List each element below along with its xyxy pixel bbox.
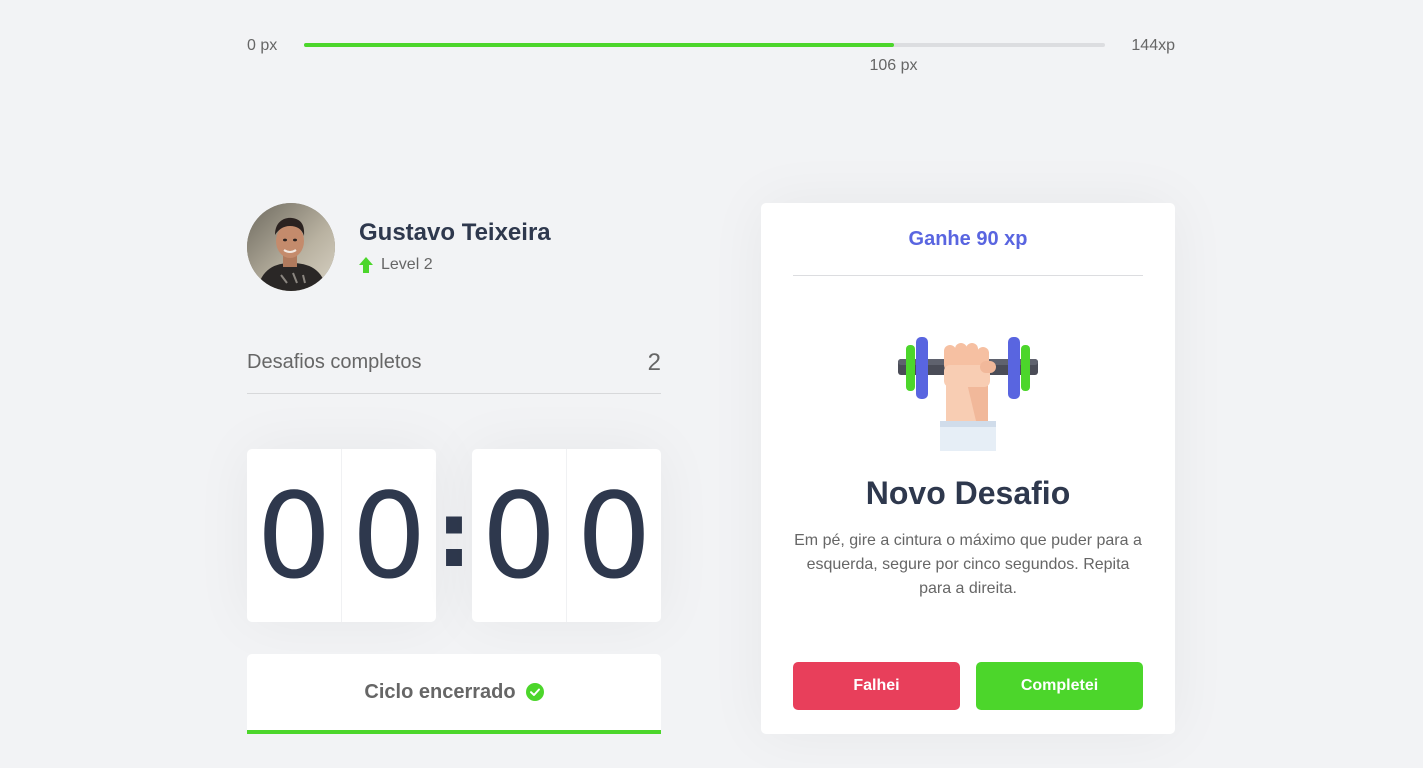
experience-bar: 0 px 106 px 144xp [247,32,1175,74]
xp-current-label: 106 px [869,57,918,74]
cycle-finished-button[interactable]: Ciclo encerrado [247,654,661,734]
challenge-title: Novo Desafio [865,475,1071,511]
xp-progress-fill [304,43,894,47]
challenge-description: Em pé, gire a cintura o máximo que puder… [794,532,1142,597]
challenge-card: Ganhe 90 xp Novo Desafio Em pé, gire a c… [761,203,1175,734]
minute-digit-right: 0 [341,449,436,622]
completed-button[interactable]: Completei [976,662,1143,710]
xp-progress-track [304,43,1105,47]
xp-max-label: 144xp [1131,37,1175,54]
minutes-box: 0 0 [247,449,436,622]
challenge-xp-gain: Ganhe 90 xp [793,203,1143,276]
level-label: Level 2 [381,256,433,273]
countdown-separator: : [436,483,472,588]
minute-digit-left: 0 [256,466,332,605]
avatar [247,203,335,291]
profile-name: Gustavo Teixeira [359,219,551,246]
failed-button[interactable]: Falhei [793,662,960,710]
second-digit-right: 0 [566,449,661,622]
left-column: Gustavo Teixeira Level 2 Desafios comple… [247,203,661,734]
second-digit-left: 0 [481,466,557,605]
countdown: 0 0 : 0 0 [247,449,661,622]
completed-challenges: Desafios completos 2 [247,345,661,394]
check-circle-icon [525,683,544,701]
level-info: Level 2 [359,256,433,274]
dumbbell-icon [896,335,1040,451]
cycle-button-label: Ciclo encerrado [364,680,516,703]
xp-min-label: 0 px [247,37,278,54]
profile: Gustavo Teixeira Level 2 [247,203,661,291]
completed-challenges-count: 2 [647,349,661,376]
completed-challenges-label: Desafios completos [247,351,422,373]
seconds-box: 0 0 [472,449,661,622]
level-up-arrow-icon [359,257,373,273]
